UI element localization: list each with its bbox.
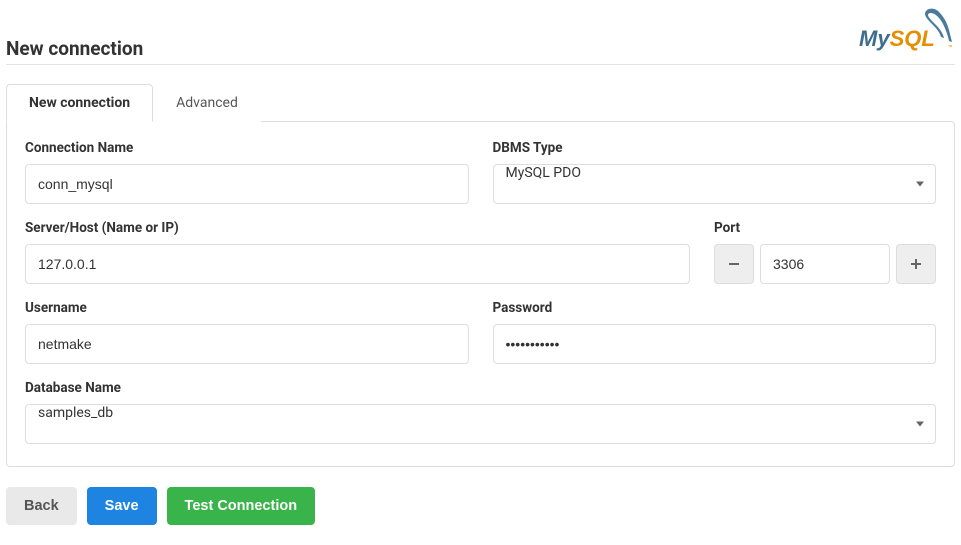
back-button[interactable]: Back	[6, 487, 77, 525]
save-button[interactable]: Save	[87, 487, 157, 525]
svg-text:™: ™	[948, 44, 952, 52]
server-host-input[interactable]	[25, 244, 690, 284]
port-increment-button[interactable]	[896, 244, 936, 284]
tabs: New connection Advanced	[6, 83, 955, 121]
minus-icon	[727, 257, 741, 271]
port-decrement-button[interactable]	[714, 244, 754, 284]
port-input[interactable]	[760, 244, 890, 284]
server-host-label: Server/Host (Name or IP)	[25, 220, 690, 236]
connection-name-input[interactable]	[25, 164, 469, 204]
port-label: Port	[714, 220, 936, 236]
dbms-type-select[interactable]: MySQL PDO	[493, 164, 937, 204]
dbms-type-label: DBMS Type	[493, 140, 937, 156]
plus-icon	[909, 257, 923, 271]
form-panel: Connection Name DBMS Type MySQL PDO Serv…	[6, 121, 955, 467]
connection-name-label: Connection Name	[25, 140, 469, 156]
tab-advanced[interactable]: Advanced	[153, 84, 261, 122]
tab-new-connection[interactable]: New connection	[6, 84, 153, 122]
password-input[interactable]	[493, 324, 937, 364]
password-label: Password	[493, 300, 937, 316]
page-title: New connection	[6, 37, 143, 60]
database-name-select[interactable]: samples_db	[25, 404, 936, 444]
footer-actions: Back Save Test Connection	[6, 487, 955, 525]
username-label: Username	[25, 300, 469, 316]
mysql-logo: MySQL ™	[855, 6, 955, 60]
svg-text:MySQL: MySQL	[859, 26, 935, 51]
database-name-label: Database Name	[25, 380, 936, 396]
username-input[interactable]	[25, 324, 469, 364]
test-connection-button[interactable]: Test Connection	[167, 487, 316, 525]
